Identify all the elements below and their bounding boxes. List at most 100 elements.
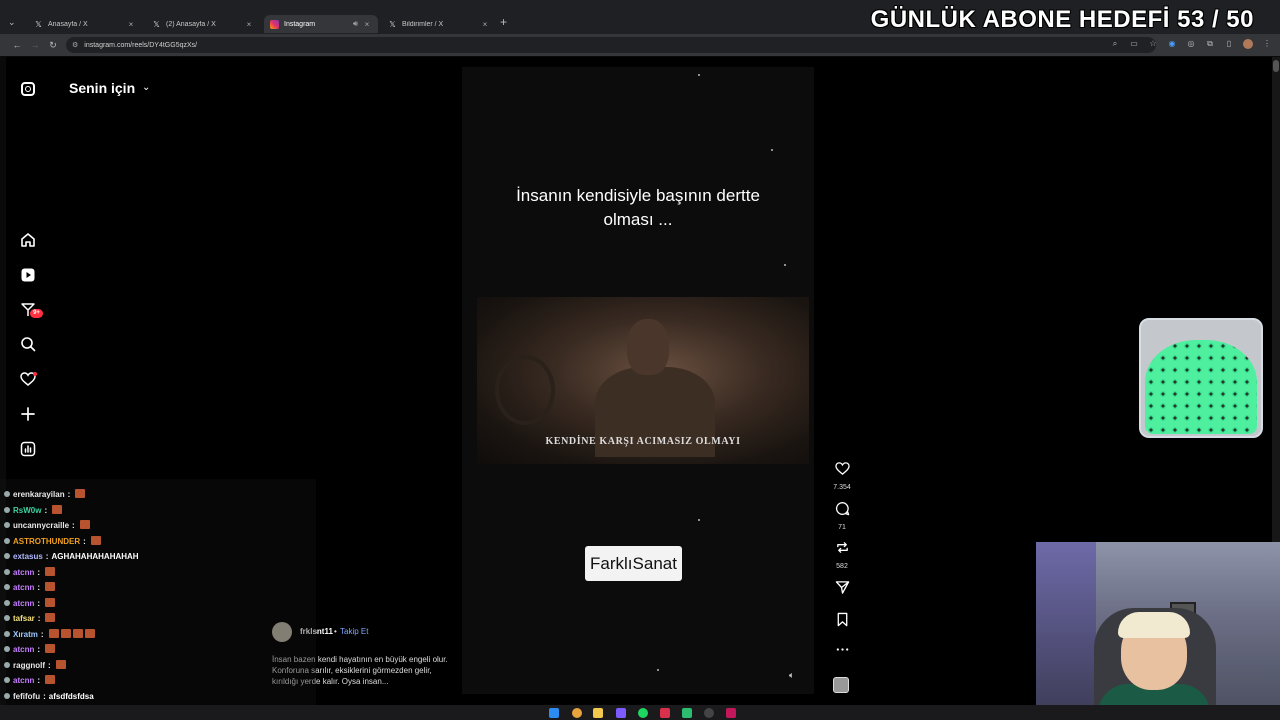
chat-username[interactable]: atcnn <box>13 599 34 608</box>
repost-button[interactable]: 582 <box>832 540 852 570</box>
chat-badge-icon <box>4 491 10 497</box>
like-count: 7.354 <box>833 484 851 491</box>
chat-username[interactable]: atcnn <box>13 645 34 654</box>
chat-username[interactable]: erenkarayilan <box>13 490 65 499</box>
folder-icon[interactable] <box>593 708 603 718</box>
screen: ⌄ 𝕏 Anasayfa / X × 𝕏 (2) Anasayfa / X × … <box>0 0 1280 720</box>
close-icon[interactable]: × <box>244 20 254 29</box>
search-icon[interactable] <box>704 708 714 718</box>
chat-username[interactable]: RsW0w <box>13 506 41 515</box>
chevron-down-icon[interactable]: ⌄ <box>142 82 150 93</box>
reel-caption-line: olması ... <box>603 210 673 229</box>
tab-search-icon[interactable]: ⌄ <box>8 16 20 28</box>
chat-text: AGHAHAHAHAHAHAH <box>51 552 139 561</box>
notification-dot <box>33 372 37 376</box>
chat-message: tafsar: <box>4 613 56 625</box>
film-speck <box>771 149 773 151</box>
chat-badge-icon <box>4 677 10 683</box>
feed-title[interactable]: Senin için <box>69 80 135 96</box>
reels-icon[interactable] <box>20 267 36 283</box>
site-info-icon[interactable]: ⚙ <box>72 41 78 49</box>
close-icon[interactable]: × <box>362 20 372 29</box>
back-icon[interactable]: ← <box>8 40 26 50</box>
chat-separator: : <box>37 676 41 685</box>
speaker-icon[interactable]: 🔊︎ <box>353 19 358 29</box>
chat-username[interactable]: raggnolf <box>13 661 45 670</box>
chat-username[interactable]: atcnn <box>13 568 34 577</box>
steering-wheel <box>495 355 555 425</box>
driver-head <box>627 319 669 375</box>
app-icon[interactable] <box>726 708 736 718</box>
home-icon[interactable] <box>20 232 36 248</box>
notification-badge: 9+ <box>30 309 43 318</box>
extension-icon[interactable]: ◉ <box>1167 39 1177 49</box>
save-button[interactable] <box>832 612 852 632</box>
separator-dot: • <box>334 627 337 636</box>
chat-username[interactable]: Xıratm <box>13 630 38 639</box>
chat-username[interactable]: atcnn <box>13 676 34 685</box>
scrollbar-thumb[interactable] <box>1273 60 1279 72</box>
comment-button[interactable]: 71 <box>832 501 852 531</box>
chat-username[interactable]: atcnn <box>13 583 34 592</box>
os-taskbar <box>0 705 1280 720</box>
chrome-icon[interactable] <box>572 708 582 718</box>
chat-username[interactable]: ASTROTHUNDER <box>13 537 80 546</box>
tab-bildirimler-x[interactable]: 𝕏 Bildirimler / X × <box>382 15 496 33</box>
profile-avatar[interactable] <box>1243 39 1253 49</box>
chat-message: extasus: AGHAHAHAHAHAHAH <box>4 551 139 563</box>
spotify-icon[interactable] <box>638 708 648 718</box>
chat-username[interactable]: uncannycraille <box>13 521 69 530</box>
bookmark-star-icon[interactable]: ☆ <box>1148 39 1158 49</box>
search-icon[interactable] <box>20 336 36 352</box>
extensions-puzzle-icon[interactable]: ⧉ <box>1205 39 1215 49</box>
film-speck <box>784 264 786 266</box>
instagram-logo-icon[interactable] <box>21 82 35 96</box>
menu-kebab-icon[interactable]: ⋮ <box>1262 39 1272 49</box>
new-tab-button[interactable]: + <box>500 15 507 29</box>
follow-button[interactable]: Takip Et <box>340 627 368 636</box>
create-plus-icon[interactable] <box>20 406 36 422</box>
tab-instagram[interactable]: Instagram 🔊︎ × <box>264 15 378 33</box>
chat-message: uncannycraille: <box>4 520 90 532</box>
discord-icon[interactable] <box>616 708 626 718</box>
share-button[interactable] <box>832 580 852 600</box>
app-icon[interactable] <box>682 708 692 718</box>
film-speck <box>698 74 700 76</box>
volume-icon[interactable]: 🔈︎ <box>789 670 794 681</box>
close-icon[interactable]: × <box>480 20 490 29</box>
repost-count: 582 <box>836 563 848 570</box>
toolbar-actions: ⌕ ▭ ☆ ◉ ◎ ⧉ ▯ ⋮ <box>1110 39 1272 49</box>
chat-username[interactable]: fefifofu <box>13 692 40 701</box>
comment-count: 71 <box>838 524 846 531</box>
tab-label: Anasayfa / X <box>48 20 88 28</box>
more-button[interactable] <box>832 642 852 662</box>
chat-badge-icon <box>4 506 10 513</box>
app-icon[interactable] <box>660 708 670 718</box>
extension-icon[interactable]: ◎ <box>1186 39 1196 49</box>
reel-caption: İnsanın kendisiyle başının dertte olması… <box>462 184 814 232</box>
address-bar[interactable]: ⚙ instagram.com/reels/DY4tGG5qzXs/ <box>66 37 1156 53</box>
install-icon[interactable]: ▭ <box>1129 39 1139 49</box>
chat-message: fefifofu: afsdfdsfdsa <box>4 691 94 703</box>
jar-contents <box>1145 340 1257 434</box>
reload-icon[interactable]: ↻ <box>44 40 62 51</box>
windows-start-icon[interactable] <box>549 708 559 718</box>
audio-thumbnail[interactable] <box>833 677 849 693</box>
tab-anasayfa-x[interactable]: 𝕏 Anasayfa / X × <box>28 15 142 33</box>
chat-username[interactable]: tafsar <box>13 614 35 623</box>
dashboard-icon[interactable] <box>20 441 36 457</box>
chat-username[interactable]: extasus <box>13 552 43 561</box>
chat-badge-icon <box>4 568 10 575</box>
like-button[interactable]: 7.354 <box>832 461 852 491</box>
zoom-icon[interactable]: ⌕ <box>1110 39 1120 49</box>
comment-icon <box>835 502 849 516</box>
tab-anasayfa-x-2[interactable]: 𝕏 (2) Anasayfa / X × <box>146 15 260 33</box>
sidebar-icon[interactable]: ▯ <box>1224 39 1234 49</box>
close-icon[interactable]: × <box>126 20 136 29</box>
chat-text: afsdfdsfdsa <box>48 691 94 701</box>
chat-message: Xıratm: <box>4 628 95 641</box>
reel-video[interactable]: İnsanın kendisiyle başının dertte olması… <box>462 67 814 694</box>
chat-badge-icon <box>4 553 10 559</box>
forward-icon[interactable]: → <box>26 40 44 50</box>
chat-separator: : <box>67 490 71 499</box>
